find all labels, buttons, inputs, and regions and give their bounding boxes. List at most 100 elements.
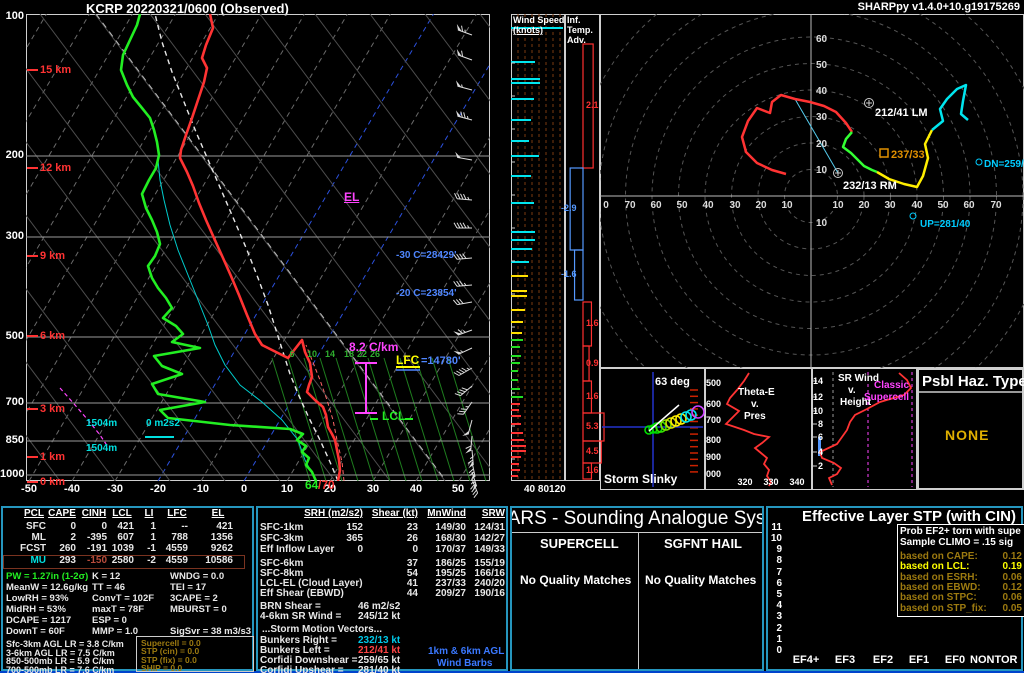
- wetbulb-profile: [157, 159, 317, 481]
- stp-axis-label: 0: [776, 645, 782, 656]
- sars-title: SARS - Sounding Analogue System: [512, 508, 764, 529]
- kinematics-col-header: SRW: [481, 508, 505, 519]
- parcel-cell: 9262: [210, 543, 233, 554]
- thetae-pressure-label: 500: [706, 378, 722, 388]
- storm-motion-value: 281/40 kt: [358, 665, 401, 673]
- kinematics-extra-value: 245/12 kt: [358, 611, 401, 622]
- parcel-cell: --: [181, 521, 188, 532]
- lapse-rate-row: 700-500mb LR = 7.6 C/km: [6, 664, 115, 673]
- pressure-tick-label: 200: [5, 149, 24, 161]
- sars-box[interactable]: SARS - Sounding Analogue System SUPERCEL…: [510, 506, 764, 671]
- height-tick-label: 15 km: [40, 64, 72, 76]
- sars-hail-header: SGFNT HAIL: [664, 536, 742, 551]
- parcel-cell: 10586: [205, 555, 233, 566]
- effective-inflow-top-label: 1504m: [86, 418, 118, 429]
- temp-axis-label: -40: [64, 483, 80, 495]
- lfc-height-label: =14780': [421, 355, 461, 367]
- kinematics-row-label: SFC-1km: [260, 522, 304, 533]
- el-marker-label: EL: [344, 190, 360, 204]
- hodo-speed-ring-label: 70: [624, 200, 636, 211]
- tadv-title-2: Temp.: [567, 25, 593, 35]
- parcel-cell: 421: [216, 521, 233, 532]
- temp-axis-label: 10: [280, 483, 294, 495]
- cloud-layer-mean-wind-label: 237/33: [891, 149, 925, 161]
- composite-index-row: SHIP = 0.0: [141, 662, 183, 673]
- stp-axis-label: 7: [776, 566, 782, 578]
- storm-slinky-plot: [602, 372, 705, 487]
- temp-axis-label: 50: [451, 483, 465, 495]
- bunkers-right-label: 232/13 RM: [843, 180, 897, 192]
- surface-temp-readout: /70: [318, 478, 335, 492]
- stp-axis-label: 8: [776, 555, 782, 567]
- surface-dewpoint-readout: 64: [305, 478, 319, 492]
- temp-advection-value: 1.6: [586, 391, 599, 401]
- thermo-index: MMP = 1.0: [92, 626, 139, 637]
- kinematics-extra-label: 4-6km SR Wind =: [260, 611, 342, 622]
- hodo-trace-red: [740, 93, 854, 176]
- kinematics-cell: 142/27: [474, 533, 505, 544]
- parcel-cell: 1356: [210, 532, 233, 543]
- wind-panel-units: (knots): [513, 25, 543, 35]
- srwind-height-label: 10: [813, 406, 824, 416]
- thermo-index: PW = 1.27in (1-2σ): [6, 571, 89, 582]
- mixing-ratio-label: 14: [324, 349, 335, 359]
- hodo-speed-ring-label: 50: [676, 200, 688, 211]
- thermo-index: DownT = 60F: [6, 626, 65, 637]
- hodo-speed-ring-label: 10: [816, 165, 828, 176]
- kinematics-cell: 152: [346, 522, 363, 533]
- hodo-speed-ring-label: 50: [937, 200, 949, 211]
- height-tick-label: 12 km: [40, 162, 72, 174]
- kinematics-cell: 365: [346, 533, 363, 544]
- thetae-title: v.: [751, 399, 759, 410]
- wind-panel-title: Wind Speed: [513, 15, 565, 25]
- minus30-height-label: -30 C=28429': [396, 250, 457, 261]
- hodo-speed-ring-label: 20: [816, 139, 828, 150]
- parcel-col-header: LFC: [167, 508, 187, 519]
- kinematics-cell: 190/16: [474, 588, 505, 599]
- storm-motion-header: ...Storm Motion Vectors...: [262, 624, 383, 635]
- classic-supercell-label: Classic: [874, 380, 910, 391]
- hodo-speed-ring-label: 40: [702, 200, 714, 211]
- stp-title: Effective Layer STP (with CIN): [802, 508, 1016, 525]
- thermo-index: K = 12: [92, 571, 121, 582]
- sharppy-window: { "header": { "title": "KCRP 20220321/06…: [0, 0, 1024, 673]
- temp-advection-value: -1.6: [561, 269, 577, 279]
- temp-axis-label: -10: [193, 483, 209, 495]
- srwind-height-label: 2: [817, 461, 823, 471]
- stp-prob-value: 0.05: [1002, 602, 1022, 614]
- thetae-pressure-label: 600: [706, 399, 722, 409]
- storm-motion-label: Corfidi Upshear =: [260, 665, 344, 673]
- hodo-speed-ring-label: 20: [858, 200, 870, 211]
- hazard-title: Psbl Haz. Type: [922, 373, 1024, 390]
- hodo-trace-green: [841, 131, 878, 174]
- stp-axis-label: 6: [776, 577, 782, 589]
- hodo-speed-ring-label: 30: [816, 112, 828, 123]
- temp-axis-label: 0: [240, 483, 248, 495]
- kinematics-row-label: Eff Shear (EBWD): [260, 588, 344, 599]
- temp-advection-value: 2.1: [586, 100, 599, 110]
- hodo-speed-ring-label: 10: [816, 218, 828, 229]
- sars-hail-status: No Quality Matches: [645, 573, 757, 587]
- pressure-tick-label: 300: [5, 230, 24, 242]
- stp-category-label: EF4+: [792, 654, 820, 666]
- srwind-height-label: 14: [813, 376, 824, 386]
- stp-axis-label: 3: [776, 611, 782, 623]
- temp-advection-value: -2.9: [561, 203, 577, 213]
- pressure-tick-label: 500: [5, 330, 24, 342]
- parcel-cell: 4559: [165, 543, 188, 554]
- temperature-profile: [178, 14, 342, 481]
- srwind-height-label: 8: [817, 419, 823, 429]
- hodo-speed-ring-label: 60: [816, 34, 828, 45]
- thetae-pressure-label: 900: [706, 452, 722, 462]
- hodo-speed-ring-label: 60: [650, 200, 662, 211]
- pressure-tick-label: 850: [5, 434, 24, 446]
- hodo-speed-ring-label: 30: [884, 200, 896, 211]
- thetae-axis-label: 320: [737, 477, 753, 487]
- kinematics-cell: 149/33: [474, 544, 505, 555]
- stp-prob-label: based on STP_fix:: [900, 602, 987, 614]
- stp-prob-value: 0.06: [1002, 592, 1022, 604]
- srwind-height-label: 12: [813, 392, 824, 402]
- temp-axis-label: -20: [150, 483, 166, 495]
- lfc-marker-label: LFC: [396, 353, 420, 367]
- corfidi-downshear-label: DN=259/65: [984, 159, 1024, 170]
